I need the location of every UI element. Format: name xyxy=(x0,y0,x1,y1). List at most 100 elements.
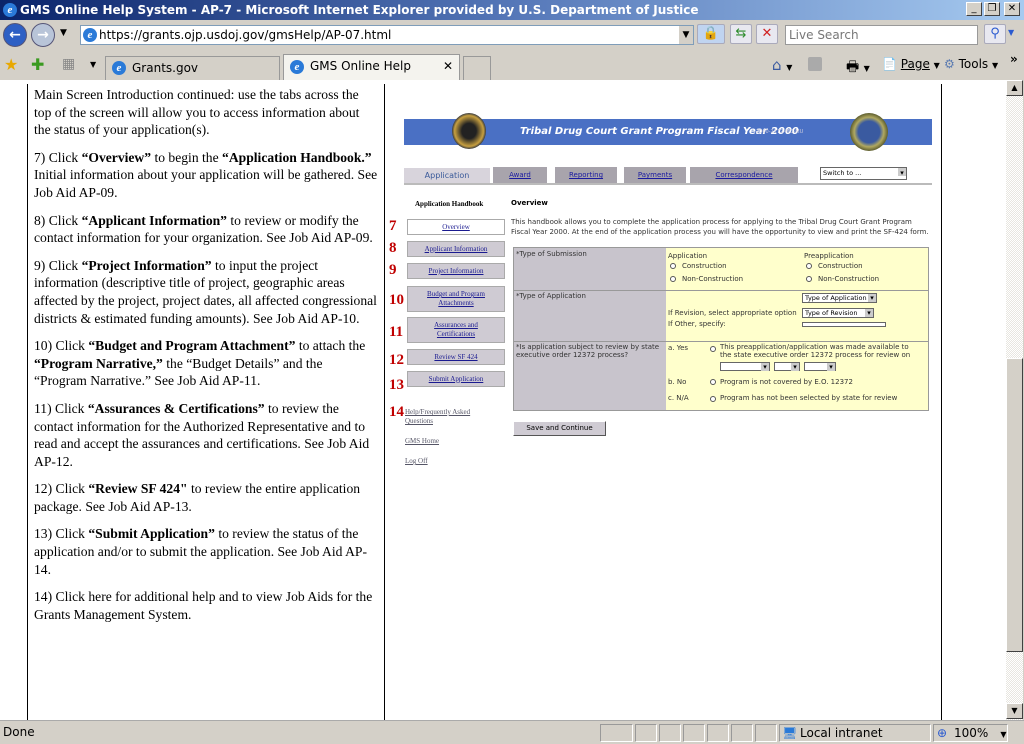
page-menu[interactable]: 📄 Page ▼ xyxy=(882,57,940,71)
review-year-select[interactable] xyxy=(804,362,836,371)
tab-award[interactable]: Award xyxy=(493,167,547,183)
yes-label: a. Yes xyxy=(668,344,689,352)
na-radio[interactable] xyxy=(710,396,716,402)
address-bar[interactable]: e https://grants.ojp.usdoj.gov/gmsHelp/A… xyxy=(80,25,694,45)
application-form: *Type of Submission Application Construc… xyxy=(513,247,929,411)
minimize-button[interactable]: _ xyxy=(966,2,982,16)
zoom-dropdown-icon: ▼ xyxy=(1000,730,1007,739)
help-text-run: 13) Click xyxy=(34,526,89,542)
close-tab-icon[interactable]: ✕ xyxy=(443,55,453,77)
help-paragraph: 8) Click “Applicant Information” to revi… xyxy=(34,212,378,247)
review-month-select[interactable] xyxy=(720,362,770,371)
add-favorites-icon[interactable]: ✚ xyxy=(31,55,44,74)
help-paragraph: 9) Click “Project Information” to input … xyxy=(34,257,378,327)
help-text-run: to attach the xyxy=(295,338,366,354)
tab-application[interactable]: Application xyxy=(404,168,490,184)
review-label: *Is application subject to review by sta… xyxy=(516,343,660,359)
help-text-run: 9) Click xyxy=(34,257,82,273)
help-faq-link[interactable]: Help/Frequently Asked Questions xyxy=(405,408,490,426)
nav-project-information[interactable]: Project Information xyxy=(407,263,505,279)
nav-overview[interactable]: Overview xyxy=(407,219,505,235)
submission-label: *Type of Submission xyxy=(516,250,587,258)
search-input[interactable]: Live Search xyxy=(785,25,978,45)
address-dropdown-icon[interactable]: ▼ xyxy=(679,26,693,44)
page-icon: 📄 xyxy=(882,57,897,71)
help-text-run: “Budget and Program Attachment” xyxy=(88,338,296,354)
nav-budget-attachments[interactable]: Budget and Program Attachments xyxy=(407,286,505,312)
other-specify-input[interactable] xyxy=(802,322,886,327)
type-of-revision-select[interactable]: Type of Revision xyxy=(802,308,874,318)
back-button[interactable]: ← xyxy=(3,23,27,47)
ojp-seal-icon xyxy=(850,113,888,151)
scroll-down-button[interactable]: ▼ xyxy=(1006,703,1023,719)
tab-correspondence[interactable]: Correspondence xyxy=(690,167,798,183)
nav-submit-application[interactable]: Submit Application xyxy=(407,371,505,387)
tab-list-icon[interactable]: ▼ xyxy=(90,60,96,69)
vertical-scrollbar[interactable]: ▲ ▼ xyxy=(1006,80,1023,720)
no-radio[interactable] xyxy=(710,379,716,385)
history-dropdown-icon[interactable]: ▼ xyxy=(60,28,67,38)
yes-radio[interactable] xyxy=(710,346,716,352)
back-arrow-icon: ← xyxy=(9,27,21,43)
tools-menu[interactable]: ⚙ Tools ▼ xyxy=(944,57,998,71)
no-label: b. No xyxy=(668,378,687,386)
more-commands-button[interactable]: » xyxy=(1010,52,1018,66)
step-number: 7 xyxy=(389,218,397,234)
step-number: 12 xyxy=(389,352,404,368)
review-day-select[interactable] xyxy=(774,362,800,371)
application-heading: Application xyxy=(668,252,708,260)
switch-to-select[interactable]: Switch to ... xyxy=(820,167,907,180)
quick-tabs-icon[interactable]: ▦ xyxy=(62,56,84,76)
help-text-run: 8) Click xyxy=(34,212,82,228)
help-paragraph: 12) Click “Review SF 424" to review the … xyxy=(34,480,378,515)
form-label-column xyxy=(514,248,666,410)
lock-icon[interactable]: 🔒 xyxy=(697,24,725,44)
gms-home-link[interactable]: GMS Home xyxy=(405,437,439,445)
scroll-up-button[interactable]: ▲ xyxy=(1006,80,1023,96)
refresh-button[interactable]: ⇆ xyxy=(730,24,752,44)
security-zone[interactable]: 🖥 Local intranet xyxy=(779,724,931,742)
restore-button[interactable]: ❐ xyxy=(984,2,1000,16)
tab-payments[interactable]: Payments xyxy=(624,167,686,183)
radio-icon xyxy=(806,263,812,269)
app-non-construction-radio[interactable]: Non-Construction xyxy=(670,275,743,283)
type-of-application-label: *Type of Application xyxy=(516,292,586,300)
tab-label: Grants.gov xyxy=(132,61,199,75)
help-paragraph: 13) Click “Submit Application” to review… xyxy=(34,525,378,578)
home-icon[interactable]: ⌂ ▼ xyxy=(772,56,792,74)
nav-applicant-information[interactable]: Applicant Information xyxy=(407,241,505,257)
help-text-column: Main Screen Introduction continued: use … xyxy=(27,84,385,720)
log-off-link[interactable]: Log Off xyxy=(405,457,428,465)
close-window-button[interactable]: ✕ xyxy=(1004,2,1020,16)
help-paragraph: 10) Click “Budget and Program Attachment… xyxy=(34,337,378,390)
doj-seal-icon xyxy=(452,113,486,149)
feeds-icon[interactable] xyxy=(808,57,822,71)
new-tab-button[interactable] xyxy=(463,56,491,80)
nav-review-sf424[interactable]: Review SF 424 xyxy=(407,349,505,365)
favorites-star-icon[interactable]: ★ xyxy=(4,55,18,74)
save-continue-button[interactable]: Save and Continue xyxy=(513,421,606,436)
help-paragraph: Main Screen Introduction continued: use … xyxy=(34,86,378,139)
type-of-application-select[interactable]: Type of Application xyxy=(802,293,877,303)
tab-grants-gov[interactable]: e Grants.gov xyxy=(105,56,280,80)
search-icon[interactable]: ⚲ xyxy=(984,24,1006,44)
tab-reporting[interactable]: Reporting xyxy=(555,167,617,183)
row-divider xyxy=(514,341,928,342)
help-text-run: 14) Click here for additional help and t… xyxy=(34,589,373,622)
help-text-run: “Applicant Information” xyxy=(81,212,227,228)
status-pane xyxy=(600,724,633,742)
address-url: https://grants.ojp.usdoj.gov/gmsHelp/AP-… xyxy=(99,28,392,42)
app-construction-radio[interactable]: Construction xyxy=(670,262,727,270)
preapp-construction-radio[interactable]: Construction xyxy=(806,262,863,270)
zoom-control[interactable]: ⊕ 100% ▼ xyxy=(933,724,1008,742)
forward-button[interactable]: → xyxy=(31,23,55,47)
print-icon[interactable]: 🖶 ▼ xyxy=(846,56,870,80)
nav-assurances[interactable]: Assurances and Certifications xyxy=(407,317,505,343)
preapp-non-construction-radio[interactable]: Non-Construction xyxy=(806,275,879,283)
help-text-run: Main Screen Introduction continued: use … xyxy=(34,87,360,138)
scroll-thumb[interactable] xyxy=(1006,358,1023,652)
tab-gms-help[interactable]: eGMS Online Help System ...✕ xyxy=(283,54,460,95)
search-options-icon[interactable]: ▼ xyxy=(1008,28,1014,37)
stop-button[interactable]: ✕ xyxy=(756,24,778,44)
no-text: Program is not covered by E.O. 12372 xyxy=(720,378,853,386)
